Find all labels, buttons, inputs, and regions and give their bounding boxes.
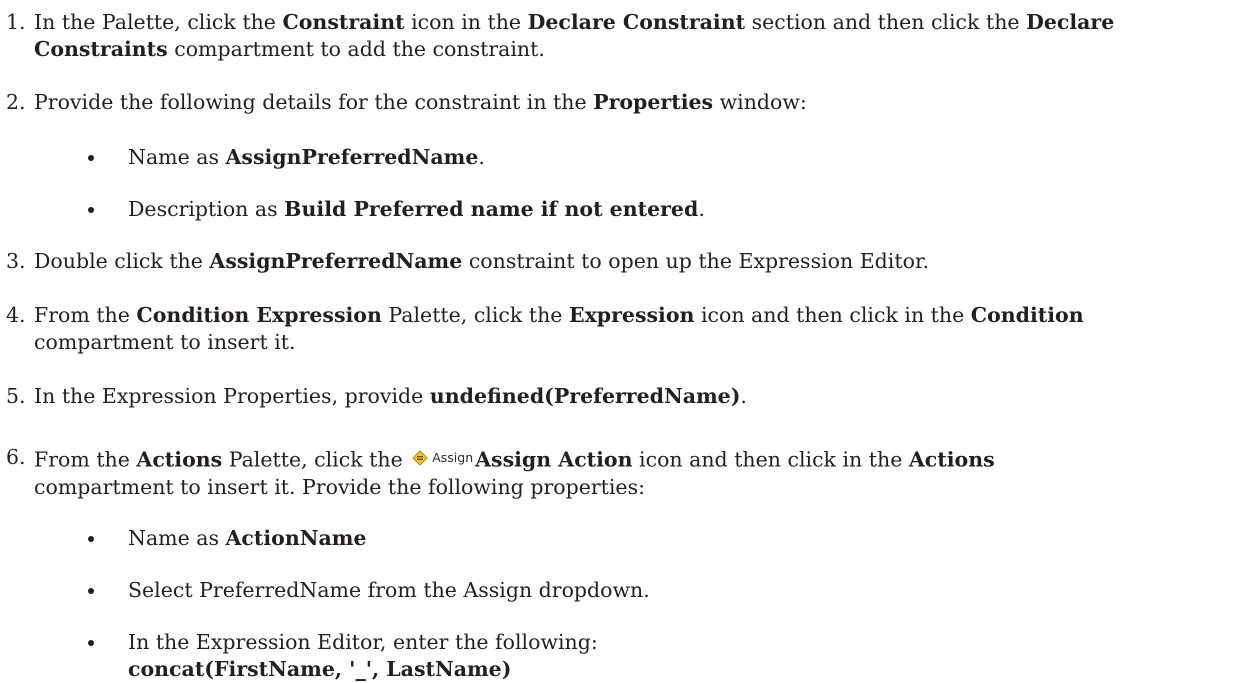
step-number: 1. [6,10,26,34]
assign-icon-label: Assign [432,450,474,465]
assign-action-palette-item: Assign [412,444,473,471]
step-text: Double click the AssignPreferredName con… [34,249,930,273]
bullet-item: Description as Build Preferred name if n… [88,196,1208,223]
step-number: 5. [6,384,26,408]
step-text: Provide the following details for the co… [34,90,807,114]
step-6: 6. From the Actions Palette, click the A… [6,444,1221,501]
bullet-dot [88,207,94,213]
step-number: 3. [6,249,26,273]
step-5: 5. In the Expression Properties, provide… [6,383,1221,410]
step-text: From the Actions Palette, click the Assi… [34,444,1221,501]
bullet-item: Name as ActionName [88,525,1208,552]
procedure-document: 1. In the Palette, click the Constraint … [0,0,1238,681]
step-number: 6. [6,445,26,469]
step-3: 3. Double click the AssignPreferredName … [6,248,1221,275]
bullet-dot [88,155,94,161]
step-text: In the Expression Properties, provide un… [34,384,747,408]
bullet-dot [88,640,94,646]
step-number: 4. [6,303,26,327]
step-text: From the Condition Expression Palette, c… [34,303,1084,354]
step-2: 2. Provide the following details for the… [6,89,1221,116]
step-1: 1. In the Palette, click the Constraint … [6,9,1221,63]
step-number: 2. [6,90,26,114]
step-4: 4. From the Condition Expression Palette… [6,302,1221,356]
bullet-dot [88,536,94,542]
bullet-item: Name as AssignPreferredName. [88,144,1208,171]
step-text: In the Palette, click the Constraint ico… [34,10,1115,61]
assign-diamond-icon [412,449,428,466]
bullet-item: In the Expression Editor, enter the foll… [88,629,1208,683]
bullet-dot [88,588,94,594]
bullet-item: Select PreferredName from the Assign dro… [88,577,1208,604]
